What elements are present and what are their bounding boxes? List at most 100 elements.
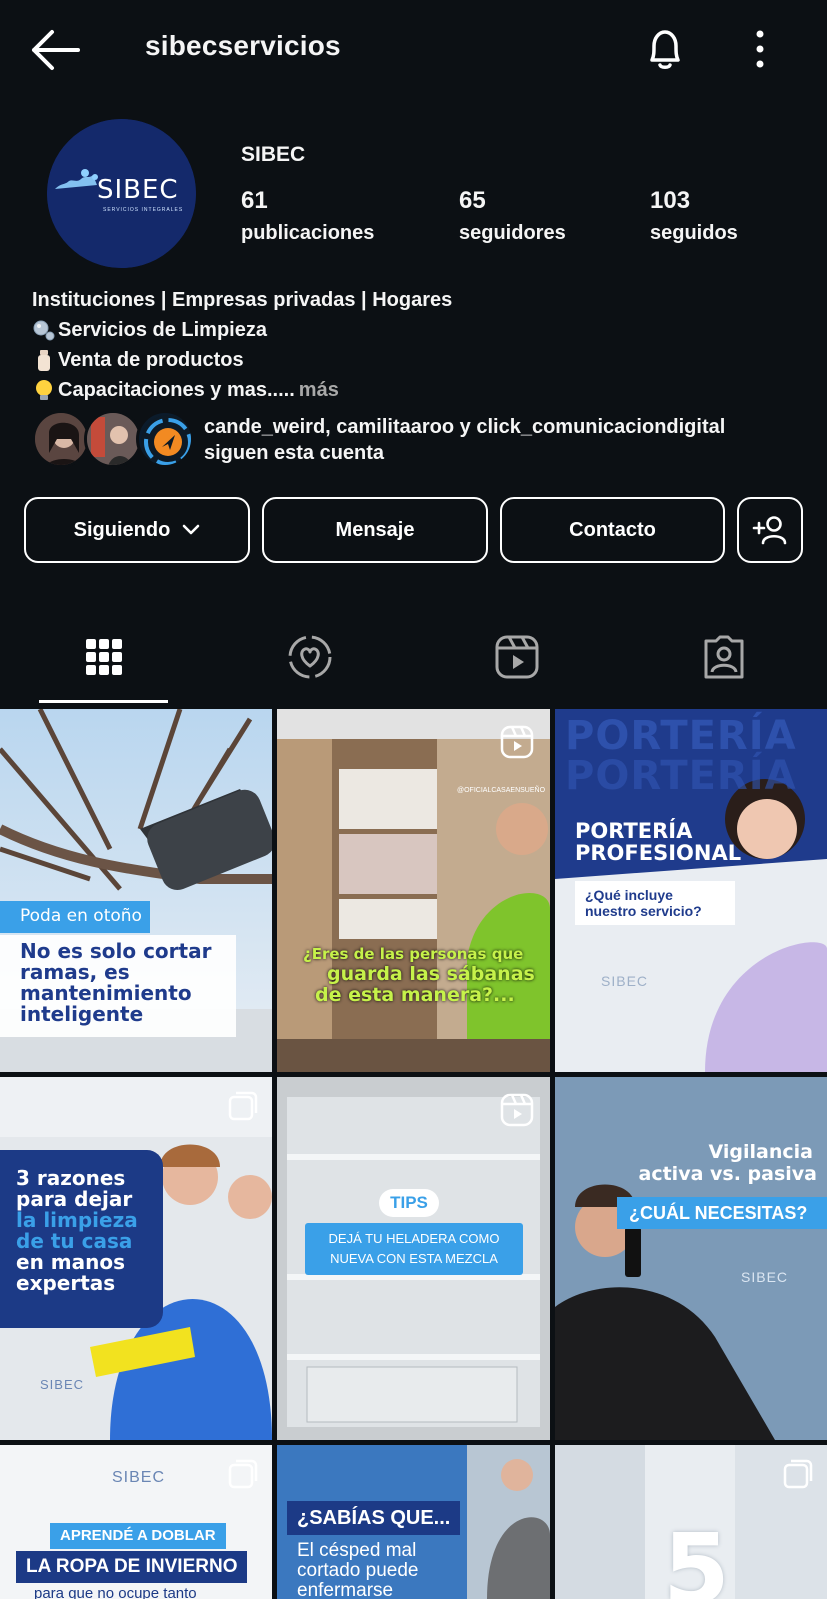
add-person-icon xyxy=(752,515,788,545)
contact-button[interactable]: Contacto xyxy=(500,497,725,563)
bio-line: Venta de productos xyxy=(32,345,452,375)
post-logo: SIBEC xyxy=(601,973,649,989)
active-tab-indicator xyxy=(39,700,168,703)
bio-line-4: Capacitaciones y mas..... xyxy=(58,379,295,401)
post-title-line-3: la limpieza xyxy=(16,1208,138,1232)
profile-avatar[interactable]: SIBEC SERVICIOS INTEGRALES xyxy=(47,119,196,268)
following-button-label: Siguiendo xyxy=(73,518,171,541)
following-button[interactable]: Siguiendo xyxy=(24,497,250,563)
stat-following-label: seguidos xyxy=(650,222,738,244)
post-tile[interactable]: 5 xyxy=(555,1445,827,1599)
tagged-user-icon xyxy=(704,635,744,679)
post-title-line-2: activa vs. pasiva xyxy=(638,1163,817,1185)
carousel-badge-icon xyxy=(228,1459,258,1489)
post-title-box: 3 razones para dejar la limpieza de tu c… xyxy=(0,1150,163,1328)
tab-posts-grid[interactable] xyxy=(74,632,134,682)
carousel-badge-icon xyxy=(783,1459,813,1489)
reel-badge-icon xyxy=(500,725,534,759)
contact-button-label: Contacto xyxy=(569,518,656,541)
post-title-line-1: El césped mal xyxy=(297,1540,417,1561)
lotion-bottle-icon xyxy=(32,348,56,372)
top-bar: sibecservicios xyxy=(0,0,827,100)
post-watermark: @OFICIALCASAENSUEÑO xyxy=(457,787,546,794)
post-tile[interactable]: Poda en otoño No es solo cortar ramas, e… xyxy=(0,709,272,1072)
bio-line-2: Servicios de Limpieza xyxy=(58,319,267,341)
post-bg-word: PORTERÍA xyxy=(565,753,797,799)
follower-avatar xyxy=(136,410,194,468)
post-tag: ¿SABÍAS QUE... xyxy=(287,1501,461,1535)
stat-followers[interactable]: 65 seguidores xyxy=(459,186,566,248)
chevron-down-icon xyxy=(182,524,200,536)
bio-line: Instituciones | Empresas privadas | Hoga… xyxy=(32,285,452,315)
post-tile[interactable]: PORTERÍA PORTERÍA PORTERÍA PROFESIONAL ¿… xyxy=(555,709,827,1072)
bio-line-1: Instituciones | Empresas privadas | Hoga… xyxy=(32,289,453,311)
message-button-label: Mensaje xyxy=(335,518,415,541)
post-title-line-1: Vigilancia xyxy=(708,1141,813,1163)
stat-followers-label: seguidores xyxy=(459,222,566,244)
repost-heart-icon xyxy=(288,635,332,679)
post-tag: APRENDÉ A DOBLAR xyxy=(50,1523,226,1549)
post-logo: SIBEC xyxy=(112,1469,166,1486)
post-tile[interactable]: TIPS DEJÁ TU HELADERA COMO NUEVA CON EST… xyxy=(277,1077,550,1440)
post-title-line-3: enfermarse xyxy=(297,1580,394,1599)
post-title: El césped mal cortado puede enfermarse xyxy=(297,1541,419,1599)
suggest-people-button[interactable] xyxy=(737,497,803,563)
followed-by-names: cande_weird, camilitaaroo y click_comuni… xyxy=(204,416,726,438)
reel-badge-icon xyxy=(500,1093,534,1127)
post-title-line-1: PORTERÍA xyxy=(575,819,693,843)
tab-reels[interactable] xyxy=(487,632,547,682)
bio-line-3: Venta de productos xyxy=(58,349,244,371)
back-arrow-icon[interactable] xyxy=(30,28,82,72)
post-subtitle-box: ¿Qué incluye nuestro servicio? xyxy=(575,881,735,925)
bell-icon[interactable] xyxy=(640,24,690,74)
bio-more-link[interactable]: más xyxy=(299,375,339,405)
post-title-line-2: cortado puede xyxy=(297,1560,419,1581)
stat-posts[interactable]: 61 publicaciones xyxy=(241,186,374,248)
stat-following[interactable]: 103 seguidos xyxy=(650,186,738,248)
post-subtitle-line-1: ¿Qué incluye xyxy=(585,887,673,903)
stat-following-count: 103 xyxy=(650,187,691,214)
tab-reposts[interactable] xyxy=(280,632,340,682)
followed-by-text: cande_weird, camilitaaroo y click_comuni… xyxy=(204,414,725,466)
post-title-line-1: ¿Eres de las personas que xyxy=(303,945,524,963)
post-title-line-2: para dejar xyxy=(16,1187,133,1211)
post-number: 5 xyxy=(663,1513,730,1599)
post-title-line-2: NUEVA CON ESTA MEZCLA xyxy=(330,1251,498,1266)
post-tile[interactable]: @OFICIALCASAENSUEÑO ¿Eres de las persona… xyxy=(277,709,550,1072)
avatar-logo-text: SIBEC xyxy=(97,175,179,205)
post-title-line-2: PROFESIONAL xyxy=(575,841,742,865)
stat-posts-label: publicaciones xyxy=(241,222,375,244)
more-options-icon[interactable] xyxy=(745,26,775,72)
post-title: No es solo cortar ramas, es mantenimient… xyxy=(0,935,236,1037)
post-tile[interactable]: 3 razones para dejar la limpieza de tu c… xyxy=(0,1077,272,1440)
follower-avatar xyxy=(84,410,142,468)
post-title-line-1: DEJÁ TU HELADERA COMO xyxy=(328,1231,500,1246)
post-subtitle-line-2: nuestro servicio? xyxy=(585,903,702,919)
followed-by-row[interactable]: cande_weird, camilitaaroo y click_comuni… xyxy=(32,408,812,470)
stat-followers-count: 65 xyxy=(459,187,486,214)
post-title-box: DEJÁ TU HELADERA COMO NUEVA CON ESTA MEZ… xyxy=(305,1223,523,1275)
post-subtitle: para que no ocupe tanto xyxy=(34,1585,197,1599)
post-title-line-6: expertas xyxy=(16,1271,116,1295)
followed-by-suffix: siguen esta cuenta xyxy=(204,442,385,464)
post-title-line-2: guarda las sábanas xyxy=(327,963,535,985)
post-logo: SIBEC xyxy=(741,1269,789,1285)
profile-display-name: SIBEC xyxy=(241,143,306,166)
post-title-line-4: de tu casa xyxy=(16,1229,133,1253)
profile-bio: Instituciones | Empresas privadas | Hoga… xyxy=(32,285,452,405)
post-tag: TIPS xyxy=(379,1189,439,1217)
post-title: LA ROPA DE INVIERNO xyxy=(16,1551,248,1583)
post-tile[interactable]: Vigilancia activa vs. pasiva ¿CUÁL NECES… xyxy=(555,1077,827,1440)
reels-icon xyxy=(495,635,539,679)
grid-icon xyxy=(86,639,122,675)
tab-tagged[interactable] xyxy=(694,632,754,682)
post-tag: ¿CUÁL NECESITAS? xyxy=(617,1197,827,1229)
post-logo: SIBEC xyxy=(40,1377,85,1392)
post-tile[interactable]: SIBEC APRENDÉ A DOBLAR LA ROPA DE INVIER… xyxy=(0,1445,272,1599)
post-tile[interactable]: ¿SABÍAS QUE... El césped mal cortado pue… xyxy=(277,1445,550,1599)
follower-avatar xyxy=(32,410,90,468)
post-tag: Poda en otoño xyxy=(0,901,150,933)
stat-posts-count: 61 xyxy=(241,187,268,214)
avatar-logo-subtext: SERVICIOS INTEGRALES xyxy=(103,207,184,213)
message-button[interactable]: Mensaje xyxy=(262,497,488,563)
